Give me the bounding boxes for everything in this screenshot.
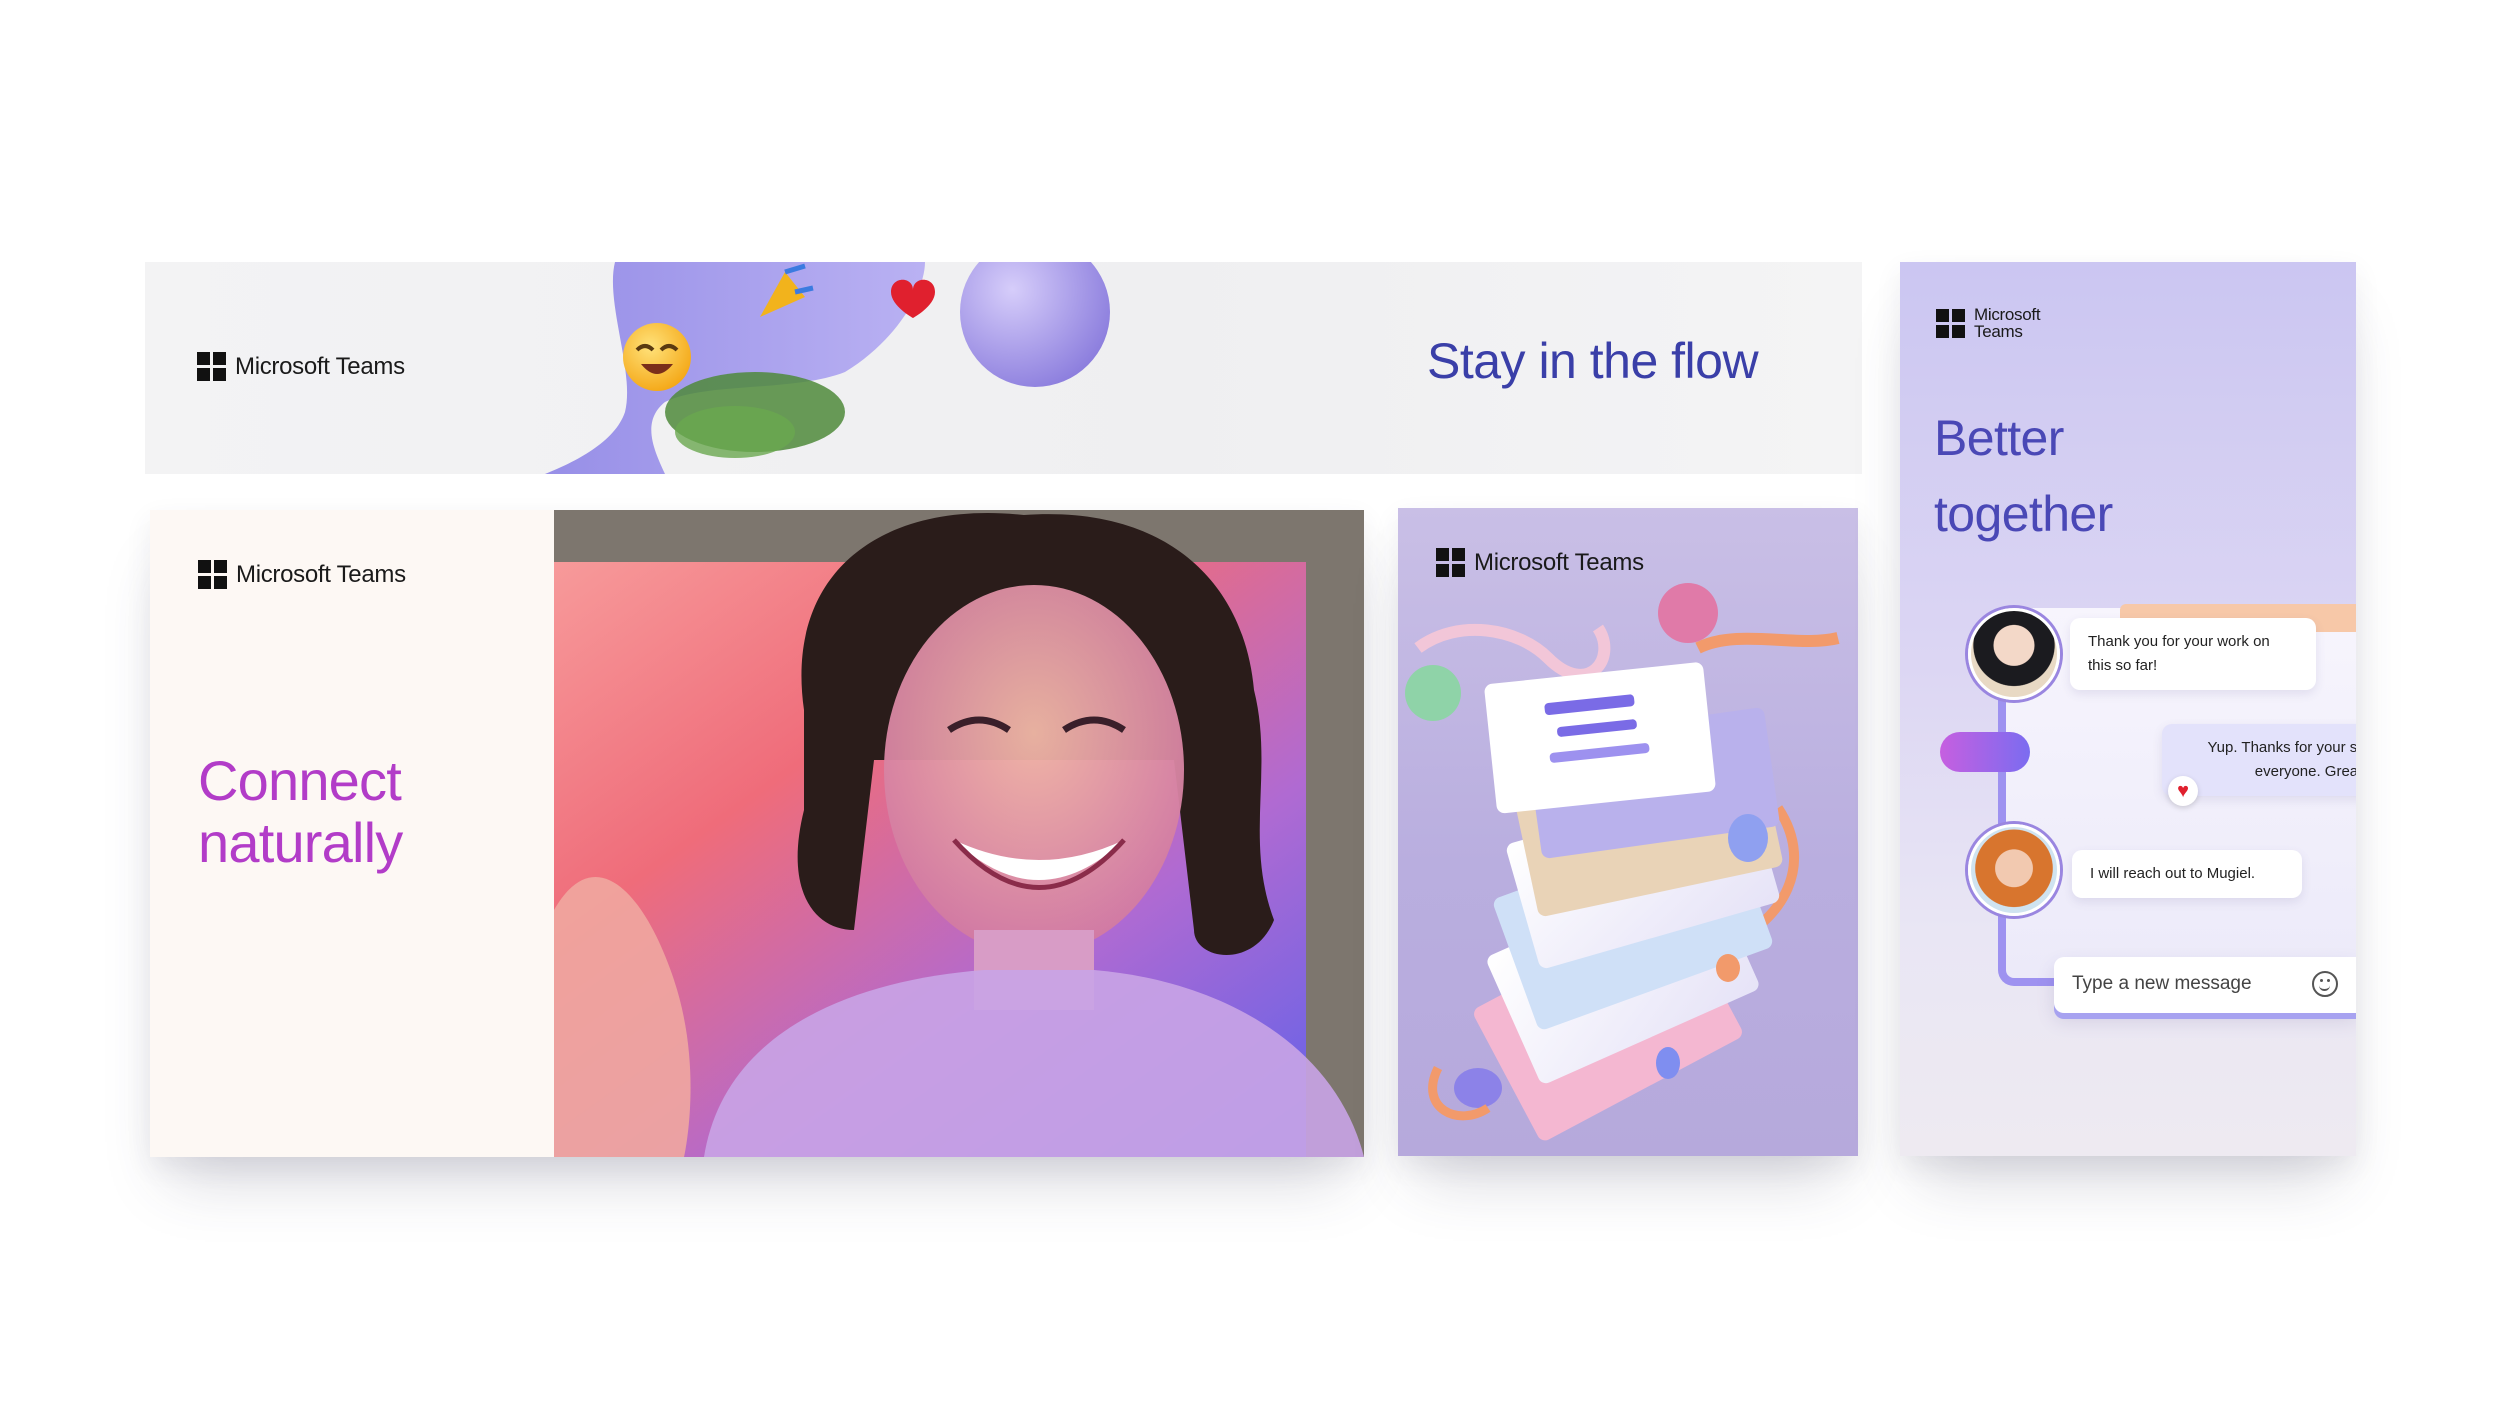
avatar-woman	[1968, 608, 2060, 700]
logo-wordmark: Microsoft Teams	[236, 560, 406, 588]
logo-line: Teams	[1974, 322, 2023, 341]
chat-message: Thank you for your work on this so far!	[2070, 618, 2316, 690]
purple-ribbon-curl	[1940, 732, 2030, 772]
face	[884, 585, 1184, 955]
message-text: Thank you for your work on	[2088, 633, 2270, 650]
floating-app-windows-illustration	[1405, 583, 1840, 1141]
laughing-emoji-icon	[623, 323, 691, 391]
microsoft-logo-icon	[198, 560, 227, 589]
headline-line: Better	[1934, 410, 2064, 466]
logo-wordmark: Microsoft Teams	[1974, 305, 2041, 341]
smiling-woman-photo	[554, 510, 1364, 1157]
microsoft-teams-logo: Microsoft Teams	[198, 560, 406, 589]
logo-wordmark: Microsoft Teams	[235, 352, 405, 380]
microsoft-logo-icon	[197, 352, 226, 381]
better-together-card: Microsoft Teams Better together Thank yo…	[1900, 262, 2356, 1156]
banner-title: Stay in the flow	[1427, 333, 1759, 389]
compose-box[interactable]: Type a new message	[2054, 957, 2356, 1013]
connect-headline: Connect naturally	[198, 749, 403, 874]
logo-line: Microsoft	[1974, 305, 2041, 324]
banner-stay-in-the-flow: Microsoft Teams Stay in the flow	[145, 262, 1862, 474]
connect-naturally-card: Microsoft Teams Connect naturally	[150, 510, 1364, 1157]
microsoft-logo-icon	[1936, 308, 1965, 338]
teams-app-window	[1484, 662, 1716, 814]
chat-message: I will reach out to Mugiel.	[2072, 850, 2302, 898]
heart-reaction-icon: ♥	[2168, 776, 2198, 806]
photo-illustration	[554, 510, 1364, 1157]
microsoft-teams-logo: Microsoft Teams	[1936, 305, 2041, 341]
message-text: this so far!	[2088, 657, 2158, 674]
teams-collage-card: Microsoft Teams	[1398, 508, 1858, 1156]
message-text: I will reach out to Mugiel.	[2090, 865, 2256, 882]
pink-flower	[1658, 583, 1718, 643]
green-balloon	[1405, 665, 1461, 721]
emoji-icon[interactable]	[2312, 971, 2338, 997]
microsoft-teams-logo: Microsoft Teams	[197, 352, 405, 381]
flow-ribbon-illustration	[545, 262, 1110, 474]
headline-line: together	[1934, 486, 2113, 542]
headline-line: naturally	[198, 811, 403, 874]
better-headline: Better together	[1934, 400, 2113, 552]
headline-line: Connect	[198, 749, 402, 812]
avatar-man	[1968, 824, 2060, 916]
sphere	[960, 262, 1110, 387]
message-text: everyone. Great v	[2254, 763, 2356, 780]
message-text: Yup. Thanks for your sup	[2207, 739, 2357, 756]
compose-placeholder[interactable]: Type a new message	[2072, 973, 2252, 995]
